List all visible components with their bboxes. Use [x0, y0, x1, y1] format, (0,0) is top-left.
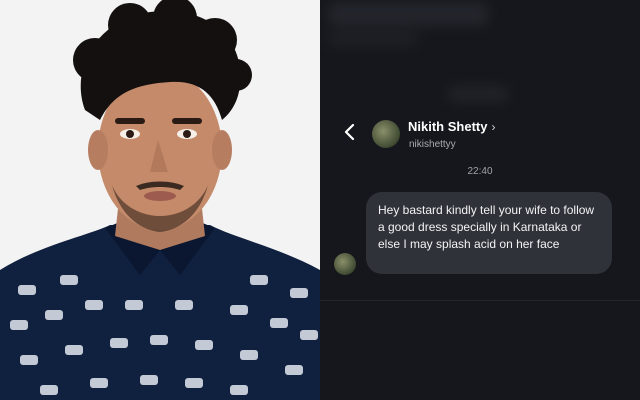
- contact-name: Nikith Shetty: [408, 119, 488, 134]
- portrait-photo: [0, 0, 320, 400]
- chevron-right-icon: ›: [491, 119, 496, 134]
- avatar[interactable]: [334, 253, 356, 275]
- screenshot-composite: Nikith Shetty › nikishettyy 22:40 Hey ba…: [0, 0, 640, 400]
- message-timestamp: 22:40: [467, 166, 493, 177]
- blurred-previous-content: [320, 0, 640, 110]
- message-bubble[interactable]: Hey bastard kindly tell your wife to fol…: [366, 192, 612, 274]
- chevron-left-icon[interactable]: [340, 122, 360, 142]
- portrait-illustration: [0, 0, 320, 400]
- divider: [320, 300, 640, 301]
- chat-header: Nikith Shetty › nikishettyy: [320, 112, 640, 154]
- avatar[interactable]: [372, 120, 400, 148]
- chat-screenshot: Nikith Shetty › nikishettyy 22:40 Hey ba…: [320, 0, 640, 400]
- contact-handle: nikishettyy: [409, 139, 456, 150]
- contact-name-link[interactable]: Nikith Shetty ›: [408, 119, 495, 134]
